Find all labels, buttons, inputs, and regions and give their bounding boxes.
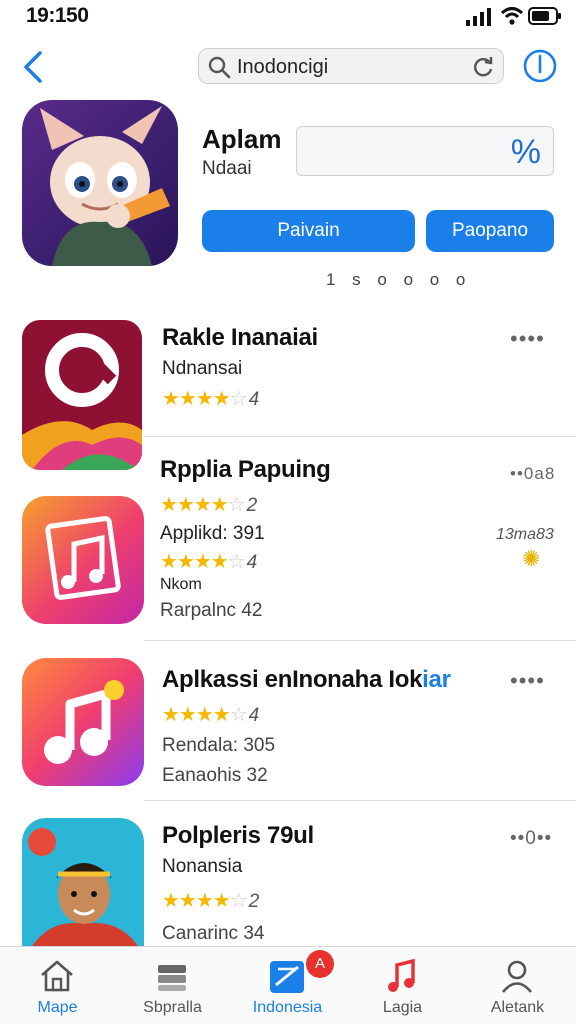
- app-icon-rakle[interactable]: [22, 320, 142, 470]
- signal-icon: [466, 8, 491, 26]
- tab-mape[interactable]: Mape: [0, 947, 115, 1024]
- search-placeholder: Inodoncigi: [237, 56, 329, 78]
- wifi-icon: [500, 7, 524, 25]
- reload-icon[interactable]: [471, 55, 495, 79]
- search-input[interactable]: Inodoncigi: [198, 48, 504, 84]
- app-meta: Nkom: [160, 576, 202, 593]
- more-icon[interactable]: ••••: [510, 326, 545, 352]
- tab-label: Aletank: [490, 999, 545, 1016]
- app-meta: Applikd: 391: [160, 523, 265, 544]
- apps-icon: [270, 961, 304, 993]
- home-icon: [41, 960, 73, 992]
- app-subtitle: Nonansia: [162, 856, 243, 877]
- stars-icon: ★★★★☆: [162, 388, 248, 410]
- app-rating: ★★★★☆ 4: [162, 704, 260, 726]
- more-icon[interactable]: ••0a8: [510, 464, 555, 484]
- person-icon: [501, 960, 533, 993]
- music-icon: [388, 958, 415, 992]
- tab-lagia[interactable]: Lagia: [345, 947, 460, 1024]
- hero-percent: %: [510, 133, 541, 171]
- list-item[interactable]: Aplkassi enInonaha Iokiar ★★★★☆ 4 Rendala…: [162, 666, 451, 787]
- app-meta: Rarpalnc 42: [160, 600, 263, 621]
- hero-subtitle: Ndaai: [202, 158, 252, 179]
- app-meta: Canarinc 34: [162, 923, 265, 944]
- cartoon-mascot-icon: [40, 106, 170, 266]
- app-meta: Eanaohis 32: [162, 765, 268, 786]
- more-icon[interactable]: ••0••: [510, 828, 552, 850]
- app-title: Polpleris 79ul: [162, 822, 314, 849]
- ring-logo-icon: [22, 333, 142, 470]
- status-time: 19:150: [26, 4, 89, 27]
- list-item[interactable]: Rakle Inanaiai Ndnansai ★★★★☆ 4: [162, 324, 318, 411]
- sparkle-icon: ✺: [522, 546, 541, 571]
- share-icon[interactable]: [522, 48, 558, 84]
- stack-icon: [158, 965, 186, 991]
- divider: [144, 800, 576, 801]
- search-icon: [208, 56, 231, 79]
- music-note-icon: [44, 680, 124, 764]
- stars-icon: ★★★★☆: [160, 494, 246, 516]
- app-title: Rpplia Papuing: [160, 456, 331, 483]
- page-indicator[interactable]: 1 s o o o o: [326, 270, 471, 290]
- tab-bar: Mape Sbpralla Indonesia Lagia Aletank: [0, 946, 576, 1024]
- character-avatar-icon: [28, 828, 138, 946]
- divider: [144, 640, 576, 641]
- divider: [144, 436, 576, 437]
- battery-icon: [528, 7, 561, 25]
- list-item[interactable]: Polpleris 79ul Nonansia ★★★★☆ 2 Canarinc …: [162, 822, 314, 945]
- tab-label: Sbpralla: [143, 999, 202, 1016]
- app-title: Rakle Inanaiai: [162, 324, 318, 351]
- app-rating: ★★★★☆ 4: [162, 388, 260, 410]
- hero-title: Aplam: [202, 124, 282, 154]
- notification-badge: A: [306, 950, 334, 978]
- list-item[interactable]: Rpplia Papuing ★★★★☆ 2 Applikd: 391 ★★★★☆…: [160, 456, 331, 622]
- app-icon-polpleris[interactable]: [22, 818, 144, 946]
- app-icon-aplkassi[interactable]: [22, 658, 144, 786]
- hero-app-icon[interactable]: [22, 100, 178, 266]
- music-note-icon: [45, 516, 121, 600]
- secondary-button[interactable]: Paopano: [426, 210, 554, 252]
- side-label: 13ma83: [496, 526, 554, 543]
- tab-label: Mape: [37, 999, 78, 1016]
- tab-sbpralla[interactable]: Sbpralla: [115, 947, 230, 1024]
- status-bar: 19:150: [0, 0, 576, 34]
- app-subtitle: Ndnansai: [162, 358, 243, 379]
- tab-aletank[interactable]: Aletank: [460, 947, 575, 1024]
- app-icon-rpplia[interactable]: [22, 496, 144, 624]
- stars-icon: ★★★★☆: [160, 551, 246, 573]
- tab-label: Indonesia: [252, 999, 323, 1016]
- back-chevron-icon[interactable]: [18, 50, 48, 84]
- stars-icon: ★★★★☆: [162, 704, 248, 726]
- app-rating: ★★★★☆ 4: [160, 551, 258, 573]
- primary-button[interactable]: Paivain: [202, 210, 415, 252]
- app-meta: Rendala: 305: [162, 735, 276, 756]
- more-icon[interactable]: ••••: [510, 668, 545, 694]
- app-rating: ★★★★☆ 2: [160, 494, 258, 516]
- app-rating: ★★★★☆ 2: [162, 890, 260, 912]
- app-title: Aplkassi enInonaha Iokiar: [162, 666, 451, 693]
- stars-icon: ★★★★☆: [162, 890, 248, 912]
- hero-value-field[interactable]: %: [296, 126, 554, 176]
- tab-label: Lagia: [382, 999, 423, 1016]
